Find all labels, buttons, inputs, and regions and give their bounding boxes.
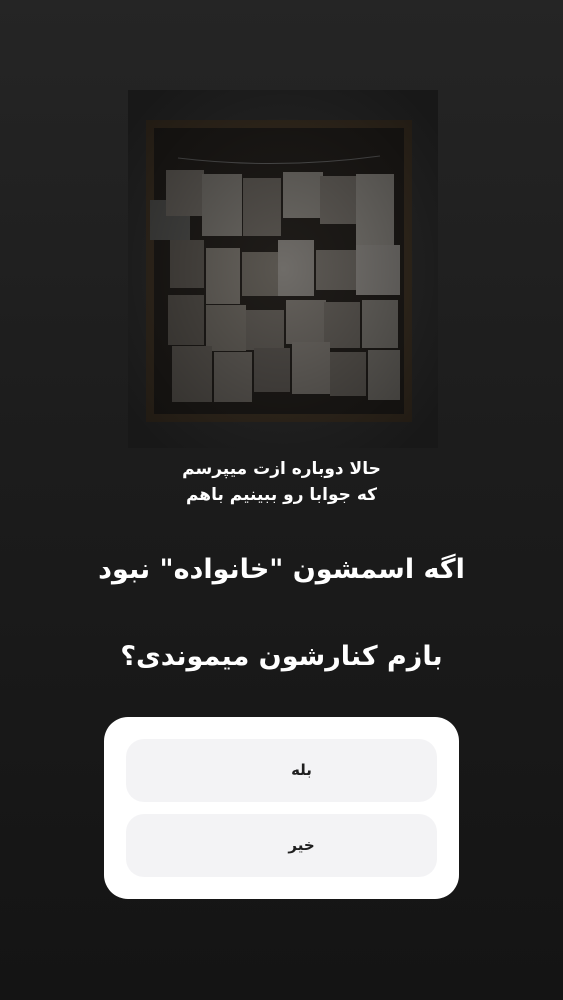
- photo-wall-image: [128, 90, 438, 448]
- story-subtitle-line-2: که جوابا رو ببینیم باهم: [185, 485, 378, 505]
- poll-option-no-label: خیر: [288, 836, 315, 854]
- poll-question-line-2: بازم کنارشون میموندی؟: [120, 641, 443, 672]
- poll-question-line-1: اگه اسمشون "خانواده" نبود: [98, 554, 465, 585]
- story-photo: [128, 90, 438, 448]
- poll-option-no[interactable]: خیر: [126, 814, 437, 877]
- story-subtitle: حالا دوباره ازت میپرسم که جوابا رو ببینی…: [0, 456, 563, 508]
- poll-option-yes-label: بله: [291, 761, 312, 779]
- poll-option-yes[interactable]: بله: [126, 739, 437, 802]
- poll-card: بله خیر: [104, 717, 459, 899]
- story-subtitle-line-1: حالا دوباره ازت میپرسم: [182, 459, 381, 479]
